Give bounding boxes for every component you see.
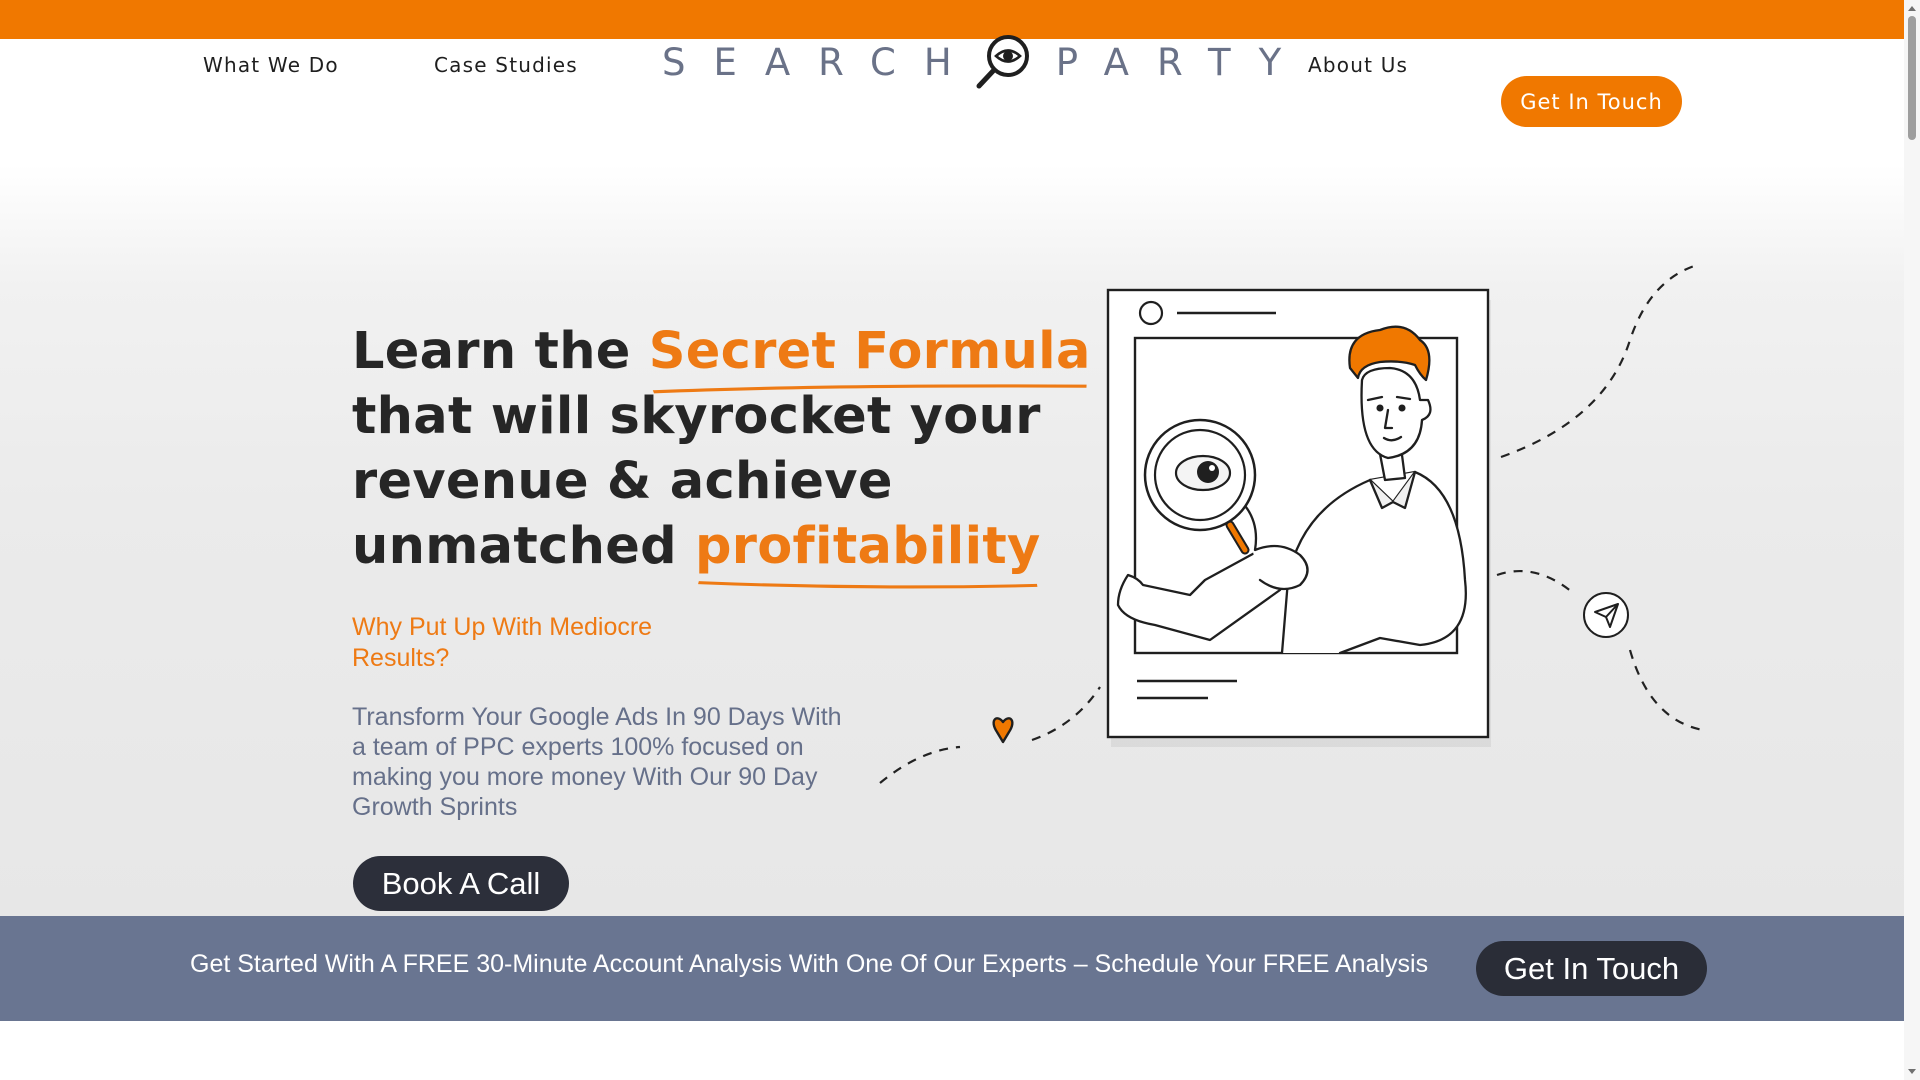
logo-word-search: SEARCH	[662, 40, 980, 84]
magnifier-eye-icon	[976, 35, 1029, 89]
site-logo[interactable]: SEARCH PARTY	[662, 34, 1309, 90]
scroll-down-arrow-icon[interactable]	[1907, 1068, 1917, 1076]
logo-word-party: PARTY	[1055, 40, 1310, 84]
nav-about-us[interactable]: About Us	[1308, 53, 1408, 77]
hero-subheading: Why Put Up With Mediocre Results?	[352, 613, 653, 672]
nav-case-studies[interactable]: Case Studies	[434, 53, 578, 77]
hero-illustration	[879, 263, 1704, 784]
heart-icon	[992, 717, 1014, 744]
headline-text: unmatched	[352, 517, 695, 576]
hero-body-text: Transform Your Google Ads In 90 Days Wit…	[352, 703, 842, 821]
scroll-up-arrow-icon[interactable]	[1907, 4, 1917, 12]
cta-band-text: Get Started With A FREE 30-Minute Accoun…	[190, 950, 1429, 978]
header-get-in-touch-button[interactable]: Get In Touch	[1501, 76, 1682, 127]
page: What We Do Case Studies SEARCH PARTY Abo…	[0, 0, 1904, 1080]
book-a-call-button[interactable]: Book A Call	[353, 856, 569, 911]
cta-get-in-touch-button[interactable]: Get In Touch	[1476, 941, 1707, 996]
nav-what-we-do[interactable]: What We Do	[203, 53, 339, 77]
headline-text: Learn the	[352, 322, 649, 381]
scrollbar-thumb[interactable]	[1908, 16, 1916, 140]
paper-plane-icon	[1583, 592, 1629, 638]
vertical-scrollbar[interactable]	[1904, 0, 1920, 1080]
